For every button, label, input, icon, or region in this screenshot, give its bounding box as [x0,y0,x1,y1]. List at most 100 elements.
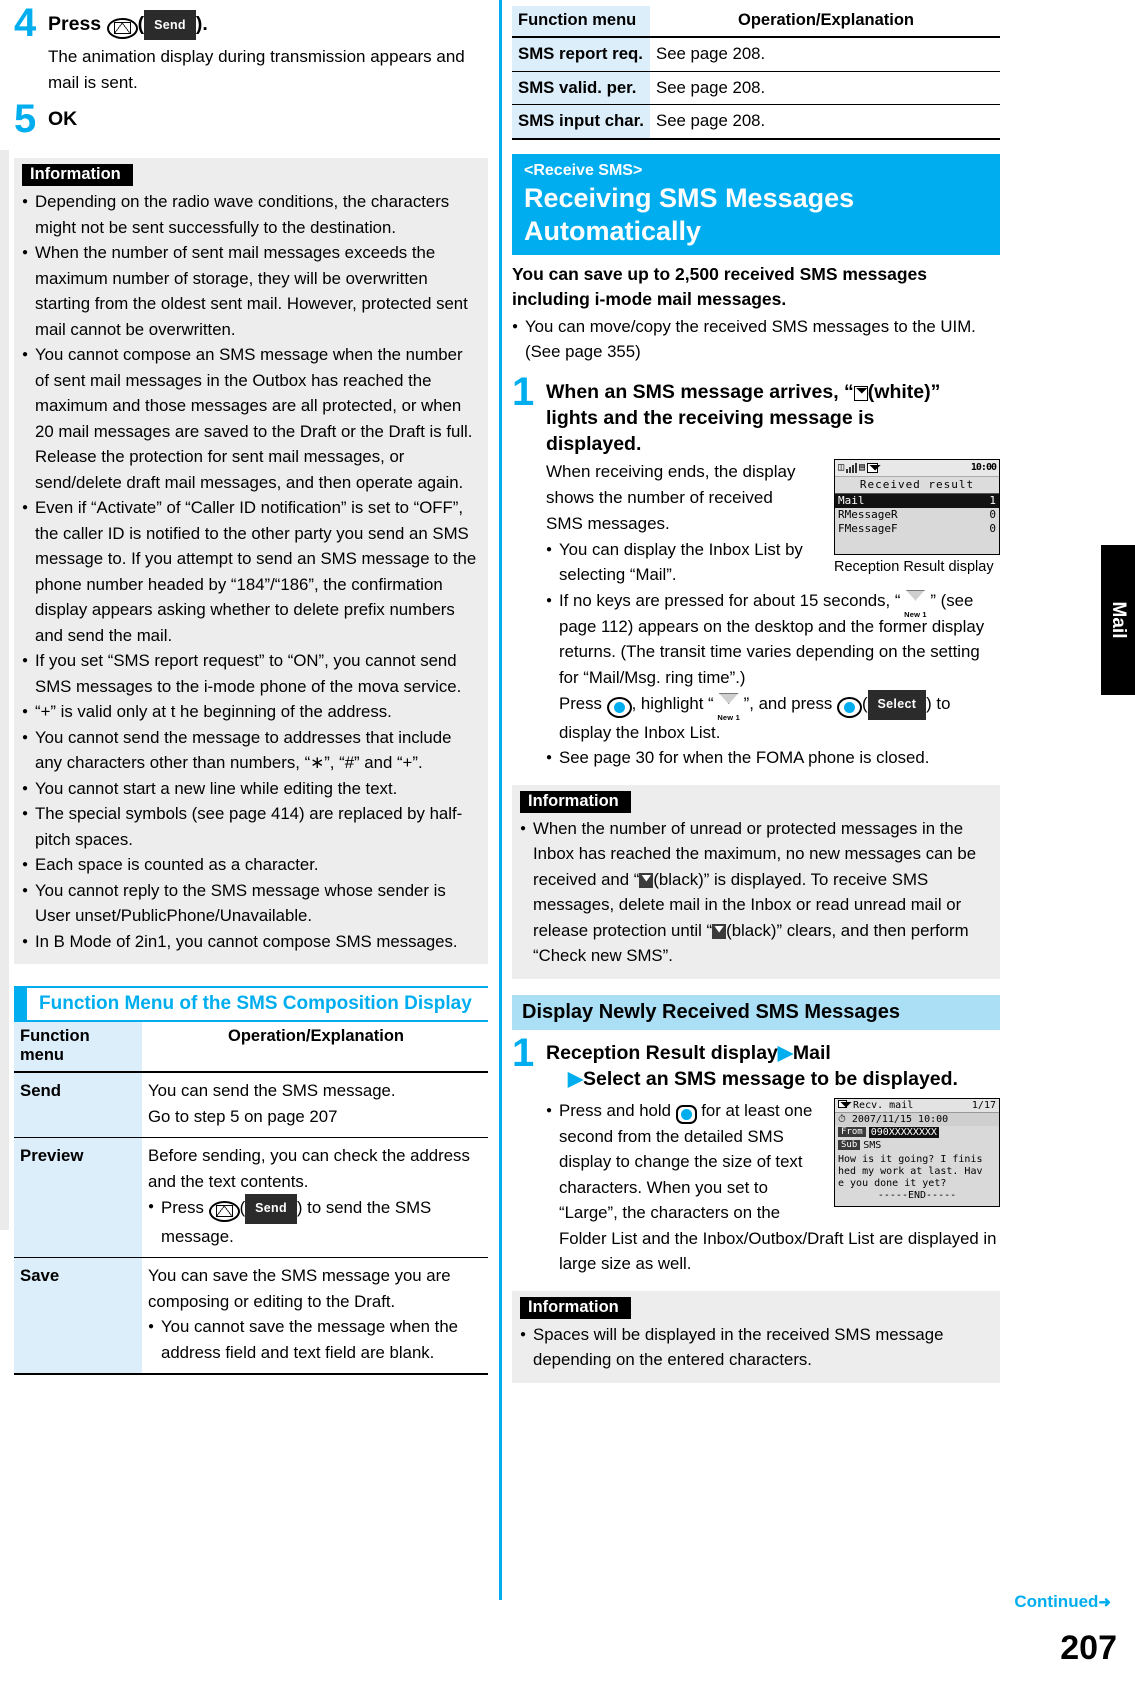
step-1-title: When an SMS message arrives, “ (white)” l… [546,379,1000,457]
step-4-number: 4 [14,1,36,45]
screenshot-row-messager: RMessageR 0 [835,507,999,522]
row-label: Mail [838,493,865,507]
continued-text: Continued [1014,1592,1099,1611]
multi-cursor-key-icon[interactable] [675,1104,697,1124]
info-item: You cannot compose an SMS message when t… [22,342,480,495]
step-bullet: If no keys are pressed for about 15 seco… [546,588,1000,746]
envelope-icon [215,1205,233,1217]
status-clock: 10:00 [970,462,997,473]
select-softkey[interactable]: Select [867,690,927,720]
step-1-bullets: You can display the Inbox List by select… [546,537,1000,771]
row-count: 0 [989,521,996,535]
table-row: SMS valid. per. See page 208. [512,71,1000,105]
cell-desc-send: You can send the SMS message. Go to step… [142,1072,488,1138]
cell-desc: See page 208. [650,71,1000,105]
section-heading-function-menu: Function Menu of the SMS Composition Dis… [14,986,488,1022]
center-dot-icon [843,702,855,713]
row-label: FMessageF [838,521,898,535]
information-list-right: When the number of unread or protected m… [520,816,992,969]
signal-icon [846,462,858,473]
step-1-number: 1 [512,369,534,414]
screenshot-title: Received result [835,475,999,494]
center-key-icon[interactable] [836,697,862,718]
row-count: 0 [989,507,996,521]
step-bullet: You can display the Inbox List by select… [546,537,1000,588]
table-row: Preview Before sending, you can check th… [14,1137,488,1258]
info-item: You cannot send the message to addresses… [22,725,480,776]
step-5-title: OK [48,108,78,130]
manual-page: 4 Press (Send). The animation display du… [0,0,1135,1684]
info-item: Even if “Activate” of “Caller ID notific… [22,495,480,648]
step-title-a: Reception Result display [546,1041,778,1064]
information-label: Information [22,164,133,186]
chapter-kicker: <Receive SMS> [524,161,643,179]
center-dot-icon [680,1108,692,1120]
chapter-title-block: <Receive SMS> Receiving SMS Messages Aut… [512,153,1000,255]
cell-menu-sms-valid-per: SMS valid. per. [512,71,650,105]
row-label: RMessageR [838,507,898,521]
cell-menu-sms-input-char: SMS input char. [512,104,650,140]
step-4-title: Press (Send). [48,10,488,40]
information-label: Information [520,790,631,813]
arrow-icon: ▶ [777,1041,793,1064]
information-box-right-1: Information When the number of unread or… [512,784,1000,979]
function-menu-table-left: Function menu Operation/Explanation Send… [14,1022,488,1375]
info-item: Spaces will be displayed in the received… [520,1322,992,1373]
status-bar: ◫ ▤ 10:00 [835,459,999,476]
continued-label: Continued➜ [1014,1592,1111,1612]
envelope-icon [113,22,131,34]
table-row: Save You can save the SMS message you ar… [14,1257,488,1375]
column-divider [499,0,502,1600]
cell-menu-save: Save [14,1257,142,1375]
send-softkey[interactable]: Send [245,1194,297,1224]
left-column: 4 Press (Send). The animation display du… [14,1,488,1375]
col-header-operation: Operation/Explanation [650,6,1000,38]
screenshot-row-messagef: FMessageF 0 [835,521,999,536]
desc-bullet: You cannot save the message when the add… [148,1314,484,1365]
step-title-b: Mail [792,1041,831,1064]
battery-icon: ◫ [838,462,845,473]
table-row: SMS report req. See page 208. [512,37,1000,72]
lead-line-1: You can save up to 2,500 received SMS me… [512,263,928,284]
chapter-title-line1: Receiving SMS Messages [524,182,855,213]
step-title-c: Select an SMS message to be displayed. [583,1067,958,1090]
info-item: The special symbols (see page 414) are r… [22,801,480,852]
step-1-body: ◫ ▤ 10:00 Received result Mail 1 RMessag… [546,458,1000,771]
info-item: In B Mode of 2in1, you cannot compose SM… [22,929,480,955]
section-heading-text: Function Menu of the SMS Composition Dis… [39,993,472,1014]
mail-white-icon [853,385,868,401]
arrow-down-icon: ➜ [1098,1594,1111,1611]
send-softkey[interactable]: Send [144,10,196,40]
col-header-operation: Operation/Explanation [142,1022,488,1073]
information-list-left: Depending on the radio wave conditions, … [22,189,480,954]
center-dot-icon [613,702,625,713]
desc-line: You can send the SMS message. [148,1081,396,1100]
page-edge-strip [0,150,9,1230]
lead-line-2: including i-mode mail messages. [512,288,787,309]
step-1-title-c: lights and the receiving message is [546,406,875,429]
desc-bullet: Press (Send) to send the SMS message. [148,1194,484,1249]
side-tab-mail[interactable]: Mail [1101,545,1135,695]
page-number: 207 [1060,1629,1117,1667]
new-mail-label: New 1 [904,609,927,619]
cell-desc-preview: Before sending, you can check the addres… [142,1137,488,1258]
step-title-line1: Reception Result display▶Mail [546,1040,1000,1066]
envelope-glyph [718,693,739,704]
desc-bullets: You cannot save the message when the add… [148,1314,484,1365]
side-tab-label: Mail [1108,601,1129,639]
center-key-icon[interactable] [606,697,632,718]
step-2-body: Recv. mail 1/17 ⏱ 2007/11/15 10:00 From … [546,1097,1000,1277]
step-bullet: See page 30 for when the FOMA phone is c… [546,745,1000,771]
step-4-title-text: Press [48,13,107,35]
cell-desc: See page 208. [650,104,1000,140]
cell-menu-send: Send [14,1072,142,1138]
step-display-1: 1 Reception Result display▶Mail ▶Select … [512,1033,1000,1277]
step-1-title-d: displayed. [546,432,642,455]
col-header-function-menu: Function menu [14,1022,142,1073]
cell-menu-sms-report-req: SMS report req. [512,37,650,72]
col-header-function-menu: Function menu [512,6,650,38]
press-line: Press , highlight “New 1”, and press (Se… [559,690,950,742]
step-4: 4 Press (Send). The animation display du… [14,1,488,96]
cell-desc-save: You can save the SMS message you are com… [142,1257,488,1375]
information-box-right-2: Information Spaces will be displayed in … [512,1290,1000,1383]
